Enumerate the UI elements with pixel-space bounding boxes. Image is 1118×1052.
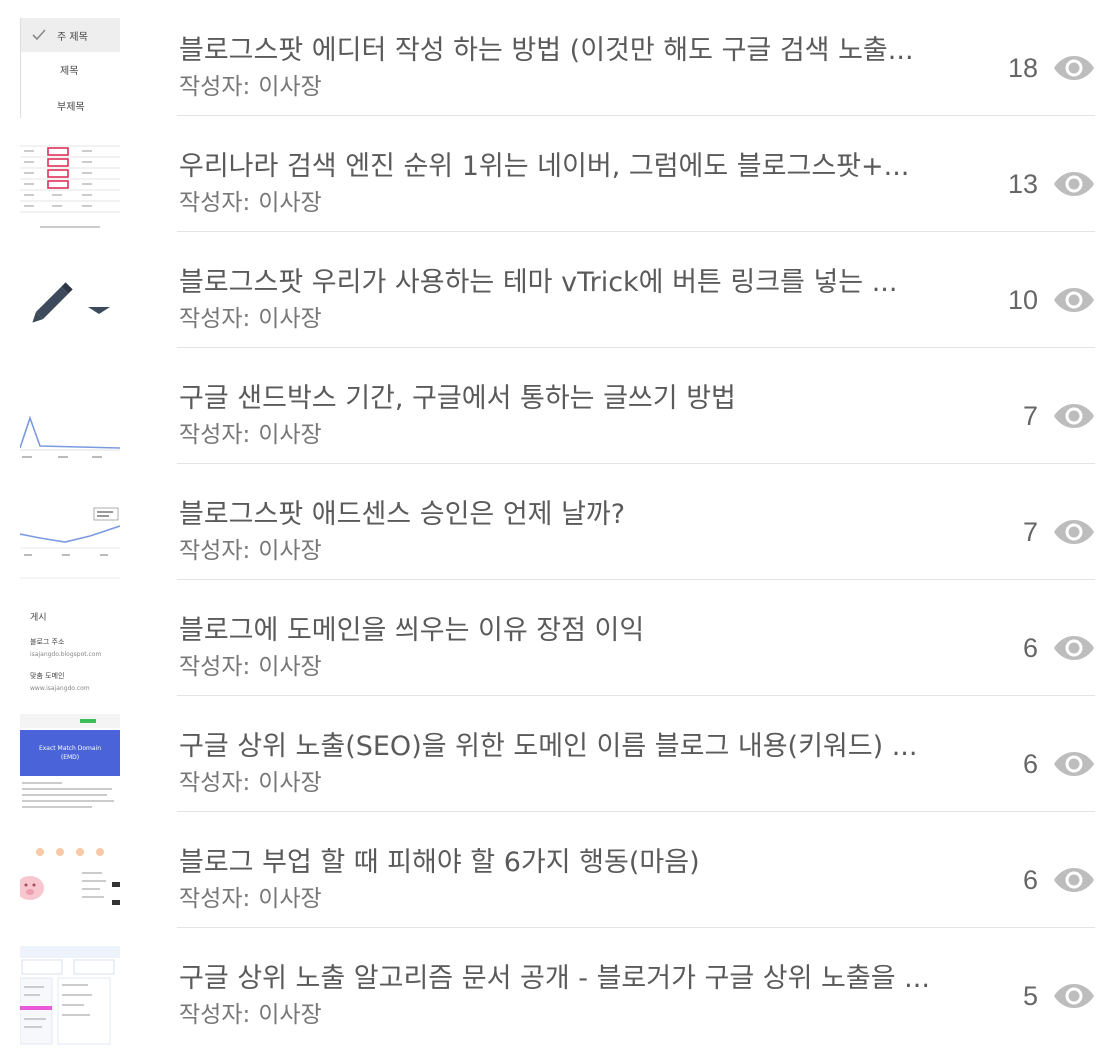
author-label: 작성자: bbox=[179, 306, 251, 332]
author-label: 작성자: bbox=[179, 654, 251, 680]
eye-icon bbox=[1054, 752, 1094, 776]
view-count: 10 bbox=[1007, 285, 1038, 315]
post-row[interactable]: 주 제목 제목 부제목 블로그스팟 에디터 작성 하는 방법 (이것만 해도 구… bbox=[0, 0, 1118, 118]
post-author: 작성자: 이사장 bbox=[179, 72, 322, 102]
thumb-text: 맞춤 도메인 bbox=[30, 671, 64, 680]
thumb-text: 주 제목 bbox=[57, 31, 88, 43]
view-count: 13 bbox=[1007, 169, 1038, 199]
author-label: 작성자: bbox=[179, 770, 251, 796]
post-row[interactable]: Exact Match Domain (EMD) 구글 상위 노출(SEO)을 … bbox=[0, 696, 1118, 814]
post-thumbnail[interactable]: Exact Match Domain (EMD) bbox=[20, 714, 120, 814]
post-thumbnail[interactable]: 주 제목 제목 부제목 bbox=[20, 18, 120, 118]
thumb-text: Exact Match Domain bbox=[39, 745, 101, 752]
popular-posts-list: 주 제목 제목 부제목 블로그스팟 에디터 작성 하는 방법 (이것만 해도 구… bbox=[0, 0, 1118, 1052]
author-label: 작성자: bbox=[179, 886, 251, 912]
post-author: 작성자: 이사장 bbox=[179, 768, 322, 798]
post-title-link[interactable]: 구글 상위 노출 알고리즘 문서 공개 - 블로거가 구글 상위 노출을 ... bbox=[179, 961, 994, 997]
author-label: 작성자: bbox=[179, 422, 251, 448]
view-count: 7 bbox=[1022, 517, 1038, 547]
thumb-text: www.isajangdo.com bbox=[30, 685, 90, 692]
author-name: 이사장 bbox=[258, 538, 322, 564]
view-count: 6 bbox=[1022, 633, 1038, 663]
post-author: 작성자: 이사장 bbox=[179, 884, 322, 914]
eye-icon bbox=[1054, 984, 1094, 1008]
author-name: 이사장 bbox=[258, 74, 322, 100]
post-title-link[interactable]: 블로그스팟 애드센스 승인은 언제 날까? bbox=[179, 497, 994, 533]
eye-icon bbox=[1054, 520, 1094, 544]
post-thumbnail[interactable] bbox=[20, 366, 120, 466]
post-title-link[interactable]: 블로그스팟 우리가 사용하는 테마 vTrick에 버튼 링크를 넣는 ... bbox=[179, 265, 994, 301]
thumb-text: 블로그 주소 bbox=[30, 637, 65, 646]
author-label: 작성자: bbox=[179, 1002, 251, 1028]
author-label: 작성자: bbox=[179, 538, 251, 564]
post-author: 작성자: 이사장 bbox=[179, 652, 322, 682]
view-count: 6 bbox=[1022, 865, 1038, 895]
post-row[interactable]: 블로그스팟 우리가 사용하는 테마 vTrick에 버튼 링크를 넣는 ... … bbox=[0, 232, 1118, 350]
thumb-text: (EMD) bbox=[61, 754, 79, 761]
post-row[interactable]: 구글 상위 노출 알고리즘 문서 공개 - 블로거가 구글 상위 노출을 ...… bbox=[0, 928, 1118, 1046]
post-author: 작성자: 이사장 bbox=[179, 536, 322, 566]
post-title-link[interactable]: 블로그스팟 에디터 작성 하는 방법 (이것만 해도 구글 검색 노출... bbox=[179, 33, 994, 69]
post-row[interactable]: 블로그 부업 할 때 피해야 할 6가지 행동(마음) 작성자: 이사장 6 bbox=[0, 812, 1118, 930]
view-count: 6 bbox=[1022, 749, 1038, 779]
post-row[interactable]: 구글 샌드박스 기간, 구글에서 통하는 글쓰기 방법 작성자: 이사장 7 bbox=[0, 348, 1118, 466]
eye-icon bbox=[1054, 288, 1094, 312]
eye-icon bbox=[1054, 172, 1094, 196]
post-thumbnail[interactable] bbox=[20, 830, 120, 930]
post-author: 작성자: 이사장 bbox=[179, 304, 322, 334]
post-row[interactable]: 우리나라 검색 엔진 순위 1위는 네이버, 그럼에도 블로그스팟+... 작성… bbox=[0, 116, 1118, 234]
author-label: 작성자: bbox=[179, 190, 251, 216]
thumb-text: 제목 bbox=[60, 65, 78, 77]
post-thumbnail[interactable] bbox=[20, 134, 120, 234]
eye-icon bbox=[1054, 56, 1094, 80]
post-title-link[interactable]: 블로그에 도메인을 씌우는 이유 장점 이익 bbox=[179, 613, 994, 649]
view-count: 5 bbox=[1022, 981, 1038, 1011]
post-row[interactable]: 게시 블로그 주소 isajangdo.blogspot.com 맞춤 도메인 … bbox=[0, 580, 1118, 698]
post-title-link[interactable]: 블로그 부업 할 때 피해야 할 6가지 행동(마음) bbox=[179, 845, 994, 881]
post-author: 작성자: 이사장 bbox=[179, 420, 322, 450]
post-title-link[interactable]: 구글 샌드박스 기간, 구글에서 통하는 글쓰기 방법 bbox=[179, 381, 994, 417]
view-count: 18 bbox=[1007, 53, 1038, 83]
eye-icon bbox=[1054, 636, 1094, 660]
post-title-link[interactable]: 우리나라 검색 엔진 순위 1위는 네이버, 그럼에도 블로그스팟+... bbox=[179, 149, 994, 185]
thumb-text: 부제목 bbox=[57, 101, 85, 113]
view-count: 7 bbox=[1022, 401, 1038, 431]
author-name: 이사장 bbox=[258, 770, 322, 796]
author-name: 이사장 bbox=[258, 1002, 322, 1028]
post-author: 작성자: 이사장 bbox=[179, 1000, 322, 1030]
author-name: 이사장 bbox=[258, 654, 322, 680]
post-row[interactable]: 블로그스팟 애드센스 승인은 언제 날까? 작성자: 이사장 7 bbox=[0, 464, 1118, 582]
post-thumbnail[interactable]: 게시 블로그 주소 isajangdo.blogspot.com 맞춤 도메인 … bbox=[20, 598, 120, 698]
eye-icon bbox=[1054, 404, 1094, 428]
author-name: 이사장 bbox=[258, 190, 322, 216]
post-title-link[interactable]: 구글 상위 노출(SEO)을 위한 도메인 이름 블로그 내용(키워드) ... bbox=[179, 729, 994, 765]
author-name: 이사장 bbox=[258, 886, 322, 912]
author-name: 이사장 bbox=[258, 306, 322, 332]
post-thumbnail[interactable] bbox=[20, 482, 120, 582]
post-author: 작성자: 이사장 bbox=[179, 188, 322, 218]
author-label: 작성자: bbox=[179, 74, 251, 100]
post-thumbnail[interactable] bbox=[20, 250, 120, 350]
thumb-text: isajangdo.blogspot.com bbox=[30, 651, 101, 658]
post-thumbnail[interactable] bbox=[20, 946, 120, 1046]
thumb-text: 게시 bbox=[30, 612, 47, 623]
author-name: 이사장 bbox=[258, 422, 322, 448]
eye-icon bbox=[1054, 868, 1094, 892]
